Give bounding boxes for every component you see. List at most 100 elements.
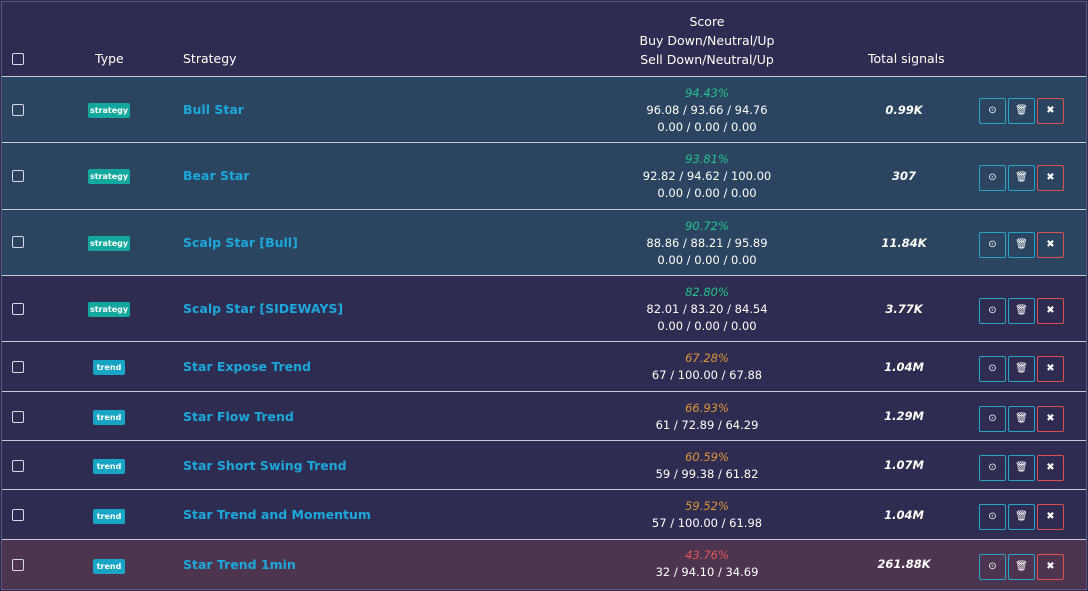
strategy-name-link[interactable]: Star Expose Trend <box>183 359 311 374</box>
row-checkbox[interactable] <box>12 303 24 315</box>
delete-button[interactable]: 🗑 <box>1008 298 1035 324</box>
remove-button[interactable]: ✖ <box>1037 406 1064 432</box>
score-buy: 88.86 / 88.21 / 95.89 <box>646 236 768 250</box>
type-badge: strategy <box>88 236 130 251</box>
score-percent: 82.80% <box>685 285 729 299</box>
delete-button[interactable]: 🗑 <box>1008 232 1035 258</box>
strategy-name-link[interactable]: Bear Star <box>183 168 250 183</box>
score-buy: 57 / 100.00 / 61.98 <box>651 516 763 530</box>
remove-button[interactable]: ✖ <box>1037 356 1064 382</box>
delete-button[interactable]: 🗑 <box>1008 554 1035 580</box>
row-checkbox[interactable] <box>12 170 24 182</box>
header-total-signals: Total signals <box>868 51 945 66</box>
score-buy: 82.01 / 83.20 / 84.54 <box>646 302 768 316</box>
table-row: trend Star Trend and Momentum 59.52% 57 … <box>2 490 1086 540</box>
score-sell: 0.00 / 0.00 / 0.00 <box>657 186 757 200</box>
row-checkbox[interactable] <box>12 104 24 116</box>
score-sell: 0.00 / 0.00 / 0.00 <box>657 319 757 333</box>
table-row: trend Star Trend 1min 43.76% 32 / 94.10 … <box>2 540 1086 589</box>
score-buy: 32 / 94.10 / 34.69 <box>655 565 759 579</box>
trash-icon: 🗑 <box>1015 363 1028 374</box>
view-button[interactable]: ⊙ <box>979 406 1006 432</box>
row-checkbox[interactable] <box>12 509 24 521</box>
view-button[interactable]: ⊙ <box>979 455 1006 481</box>
trash-icon: 🗑 <box>1015 511 1028 522</box>
table-row: strategy Scalp Star [SIDEWAYS] 82.80% 82… <box>2 276 1086 342</box>
close-icon: ✖ <box>1046 511 1055 522</box>
header-type: Type <box>95 51 124 66</box>
remove-button[interactable]: ✖ <box>1037 455 1064 481</box>
target-icon: ⊙ <box>988 511 997 522</box>
close-icon: ✖ <box>1046 462 1055 473</box>
score-percent: 60.59% <box>685 450 729 464</box>
score-buy: 96.08 / 93.66 / 94.76 <box>646 103 768 117</box>
type-badge: trend <box>93 559 125 574</box>
close-icon: ✖ <box>1046 239 1055 250</box>
delete-button[interactable]: 🗑 <box>1008 356 1035 382</box>
row-checkbox[interactable] <box>12 361 24 373</box>
score-cell: 90.72% 88.86 / 88.21 / 95.89 0.00 / 0.00… <box>607 218 807 269</box>
delete-button[interactable]: 🗑 <box>1008 406 1035 432</box>
strategy-name-link[interactable]: Scalp Star [Bull] <box>183 235 298 250</box>
remove-button[interactable]: ✖ <box>1037 165 1064 191</box>
trash-icon: 🗑 <box>1015 561 1028 572</box>
delete-button[interactable]: 🗑 <box>1008 455 1035 481</box>
close-icon: ✖ <box>1046 363 1055 374</box>
delete-button[interactable]: 🗑 <box>1008 504 1035 530</box>
score-cell: 60.59% 59 / 99.38 / 61.82 <box>607 449 807 483</box>
strategy-name-link[interactable]: Star Trend and Momentum <box>183 507 371 522</box>
strategy-name-link[interactable]: Bull Star <box>183 102 244 117</box>
total-signals: 261.88K <box>877 557 931 571</box>
view-button[interactable]: ⊙ <box>979 232 1006 258</box>
table-row: trend Star Short Swing Trend 60.59% 59 /… <box>2 441 1086 490</box>
type-badge: strategy <box>88 103 130 118</box>
delete-button[interactable]: 🗑 <box>1008 165 1035 191</box>
remove-button[interactable]: ✖ <box>1037 298 1064 324</box>
view-button[interactable]: ⊙ <box>979 298 1006 324</box>
view-button[interactable]: ⊙ <box>979 98 1006 124</box>
row-checkbox[interactable] <box>12 559 24 571</box>
target-icon: ⊙ <box>988 239 997 250</box>
remove-button[interactable]: ✖ <box>1037 98 1064 124</box>
remove-button[interactable]: ✖ <box>1037 554 1064 580</box>
view-button[interactable]: ⊙ <box>979 165 1006 191</box>
score-buy: 92.82 / 94.62 / 100.00 <box>642 169 772 183</box>
trash-icon: 🗑 <box>1015 172 1028 183</box>
strategy-name-link[interactable]: Star Short Swing Trend <box>183 458 347 473</box>
score-percent: 43.76% <box>685 548 729 562</box>
row-checkbox[interactable] <box>12 236 24 248</box>
remove-button[interactable]: ✖ <box>1037 504 1064 530</box>
strategy-name-link[interactable]: Scalp Star [SIDEWAYS] <box>183 301 343 316</box>
header-score: Score Buy Down/Neutral/Up Sell Down/Neut… <box>607 12 807 69</box>
total-signals: 0.99K <box>885 103 923 117</box>
table-row: strategy Bull Star 94.43% 96.08 / 93.66 … <box>2 77 1086 143</box>
score-percent: 93.81% <box>685 152 729 166</box>
total-signals: 1.04M <box>884 508 924 522</box>
trash-icon: 🗑 <box>1015 462 1028 473</box>
trash-icon: 🗑 <box>1015 105 1028 116</box>
strategy-name-link[interactable]: Star Trend 1min <box>183 557 296 572</box>
view-button[interactable]: ⊙ <box>979 504 1006 530</box>
target-icon: ⊙ <box>988 561 997 572</box>
close-icon: ✖ <box>1046 561 1055 572</box>
score-cell: 93.81% 92.82 / 94.62 / 100.00 0.00 / 0.0… <box>607 151 807 202</box>
close-icon: ✖ <box>1046 413 1055 424</box>
score-sell: 0.00 / 0.00 / 0.00 <box>657 253 757 267</box>
delete-button[interactable]: 🗑 <box>1008 98 1035 124</box>
table-row: trend Star Flow Trend 66.93% 61 / 72.89 … <box>2 392 1086 441</box>
score-sell: 0.00 / 0.00 / 0.00 <box>657 120 757 134</box>
header-strategy: Strategy <box>183 51 237 66</box>
strategy-table: Type Strategy Score Buy Down/Neutral/Up … <box>1 1 1087 590</box>
table-header: Type Strategy Score Buy Down/Neutral/Up … <box>2 2 1086 77</box>
type-badge: trend <box>93 509 125 524</box>
select-all-checkbox[interactable] <box>12 53 24 65</box>
row-checkbox[interactable] <box>12 460 24 472</box>
table-row: strategy Bear Star 93.81% 92.82 / 94.62 … <box>2 143 1086 210</box>
strategy-name-link[interactable]: Star Flow Trend <box>183 409 294 424</box>
view-button[interactable]: ⊙ <box>979 554 1006 580</box>
remove-button[interactable]: ✖ <box>1037 232 1064 258</box>
trash-icon: 🗑 <box>1015 239 1028 250</box>
view-button[interactable]: ⊙ <box>979 356 1006 382</box>
close-icon: ✖ <box>1046 172 1055 183</box>
row-checkbox[interactable] <box>12 411 24 423</box>
